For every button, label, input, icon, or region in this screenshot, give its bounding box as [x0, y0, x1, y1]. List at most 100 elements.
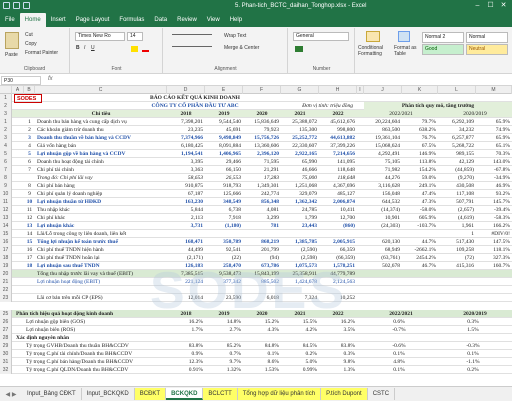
row-number[interactable]: 2	[0, 126, 12, 134]
ratio-value[interactable]: 4.2%	[281, 326, 319, 334]
col-header[interactable]: B	[24, 86, 35, 94]
row-label[interactable]: Tổng thu nhập trước lãi vay và thuế (EBI…	[35, 270, 167, 278]
value-cell[interactable]: 15,843,199	[243, 270, 281, 278]
value-cell[interactable]: 6,180,425	[167, 142, 205, 150]
analysis-cell[interactable]: 430,508	[438, 182, 476, 190]
analysis-cell[interactable]: 415,316	[438, 262, 476, 270]
row-index[interactable]: 15	[24, 238, 35, 246]
value-cell[interactable]: 71,595	[243, 158, 281, 166]
value-cell[interactable]	[319, 230, 357, 238]
analysis-cell[interactable]: -39.4%	[476, 206, 512, 214]
maximize-icon[interactable]: ☐	[484, 2, 497, 10]
value-cell[interactable]: 24,785	[281, 206, 319, 214]
bold-button[interactable]: B	[76, 45, 80, 51]
value-cell[interactable]: 44,613,882	[319, 134, 357, 142]
analysis-cell[interactable]: -58.3%	[476, 214, 512, 222]
analysis-cell[interactable]	[402, 230, 438, 238]
analysis-cell[interactable]	[402, 286, 438, 294]
value-cell[interactable]: 79,923	[243, 126, 281, 134]
ratio-cmp-value[interactable]: 4.8%	[364, 358, 434, 366]
analysis-cell[interactable]: 59.0%	[402, 174, 438, 182]
value-cell[interactable]: 2,124,563	[319, 278, 357, 286]
analysis-cell[interactable]: 67.5%	[402, 142, 438, 150]
ratio-value[interactable]: 85.2%	[205, 342, 243, 350]
value-cell[interactable]: 45,612,676	[319, 118, 357, 126]
analysis-cell[interactable]: 146.9%	[402, 150, 438, 158]
value-cell[interactable]: 2,006,874	[319, 198, 357, 206]
analysis-cell[interactable]	[476, 294, 512, 302]
style-normal-2[interactable]: Normal 2	[422, 32, 464, 43]
analysis-cell[interactable]: 79.7%	[402, 118, 438, 126]
ratio-value[interactable]: 1.3%	[319, 366, 357, 374]
year-header[interactable]: 2020	[243, 110, 281, 118]
value-cell[interactable]: 37,399,226	[319, 142, 357, 150]
ratio-cmp-value[interactable]: -0.7%	[364, 326, 434, 334]
analysis-cell[interactable]: 47.4%	[402, 190, 438, 198]
value-cell[interactable]: 168,471	[167, 238, 205, 246]
font-color-icon[interactable]	[142, 46, 149, 52]
row-number[interactable]: 3	[0, 110, 12, 118]
row-number[interactable]: 15	[0, 230, 12, 238]
value-cell[interactable]: 673,786	[243, 262, 281, 270]
font-name-select[interactable]: Times New Ro	[75, 32, 125, 41]
row-label[interactable]: Lợi nhuận thuần từ HĐKD	[35, 198, 167, 206]
value-cell[interactable]: 21,291	[243, 166, 281, 174]
value-cell[interactable]: 998,800	[319, 126, 357, 134]
value-cell[interactable]: 7,918	[205, 214, 243, 222]
analysis-cell[interactable]	[438, 278, 476, 286]
ratio-cmp-value[interactable]: -1.1%	[438, 358, 508, 366]
analysis-cell[interactable]: 44,276	[364, 174, 402, 182]
analysis-cell[interactable]: -34.9%	[476, 174, 512, 182]
analysis-cell[interactable]: 3,116,628	[364, 182, 402, 190]
format-as-table-icon[interactable]	[398, 31, 410, 42]
ratio-value[interactable]: 15.5%	[281, 318, 319, 326]
analysis-cell[interactable]	[438, 270, 476, 278]
format-painter-button[interactable]: Format Painter	[25, 50, 58, 56]
value-cell[interactable]	[319, 286, 357, 294]
row-label[interactable]: Lãi cơ bản trên mỗi CP (EPS)	[35, 294, 167, 302]
value-cell[interactable]: 348,549	[205, 198, 243, 206]
analysis-cell[interactable]: 93.2%	[476, 190, 512, 198]
value-cell[interactable]: 1,194,541	[167, 150, 205, 158]
ratio-value[interactable]: 2.7%	[205, 326, 243, 334]
value-cell[interactable]: 1,075,573	[281, 262, 319, 270]
row-number[interactable]: 27	[0, 326, 12, 334]
conditional-formatting-button[interactable]: Conditional Formatting	[358, 45, 394, 57]
ratio-value[interactable]: 9.7%	[205, 358, 243, 366]
year-header[interactable]: 2022	[319, 110, 357, 118]
ratio-label[interactable]: Tỷ trọng C.phí QLDN/Doanh thu BH&CCDV	[24, 366, 167, 374]
value-cell[interactable]: 46,666	[281, 166, 319, 174]
ratio-year-header[interactable]: 2022	[319, 310, 357, 318]
analysis-cell[interactable]	[402, 270, 438, 278]
value-cell[interactable]: 1,406,965	[205, 150, 243, 158]
ratio-value[interactable]: 16.2%	[319, 318, 357, 326]
ratio-cmp-header[interactable]: 2020/2019	[438, 310, 512, 318]
row-number[interactable]: 29	[0, 342, 12, 350]
analysis-cell[interactable]: 6,292,109	[438, 118, 476, 126]
ratio-value[interactable]: 12.3%	[167, 358, 205, 366]
save-icon[interactable]	[3, 2, 10, 9]
value-cell[interactable]: 1,578,251	[319, 262, 357, 270]
analysis-cell[interactable]: (4,619)	[438, 214, 476, 222]
value-cell[interactable]	[243, 286, 281, 294]
row-index[interactable]: 4	[24, 142, 35, 150]
value-cell[interactable]	[281, 230, 319, 238]
underline-button[interactable]: U	[91, 45, 95, 51]
row-number[interactable]: 18	[0, 254, 12, 262]
value-cell[interactable]: 25,252,772	[281, 134, 319, 142]
value-cell[interactable]: (860)	[319, 222, 357, 230]
value-cell[interactable]: 7,214,656	[319, 150, 357, 158]
cut-button[interactable]: Cut	[25, 32, 33, 38]
row-number[interactable]: 30	[0, 350, 12, 358]
sheet-nav-arrows-icon[interactable]: ◀ ▶	[0, 391, 22, 398]
ratio-value[interactable]: 15.2%	[243, 318, 281, 326]
row-number[interactable]: 1	[0, 94, 12, 102]
col-header[interactable]: F	[243, 86, 281, 94]
row-number[interactable]: 26	[0, 318, 12, 326]
row-label[interactable]: Lãi/Lỗ trong công ty liên doanh, liên kế…	[35, 230, 167, 238]
value-cell[interactable]: 25,388,072	[281, 118, 319, 126]
row-label[interactable]: Lợi nhuận hoạt động (EBIT)	[35, 278, 167, 286]
row-label[interactable]	[35, 286, 167, 294]
ratio-value[interactable]: 84.5%	[281, 342, 319, 350]
value-cell[interactable]: 44,499	[167, 246, 205, 254]
